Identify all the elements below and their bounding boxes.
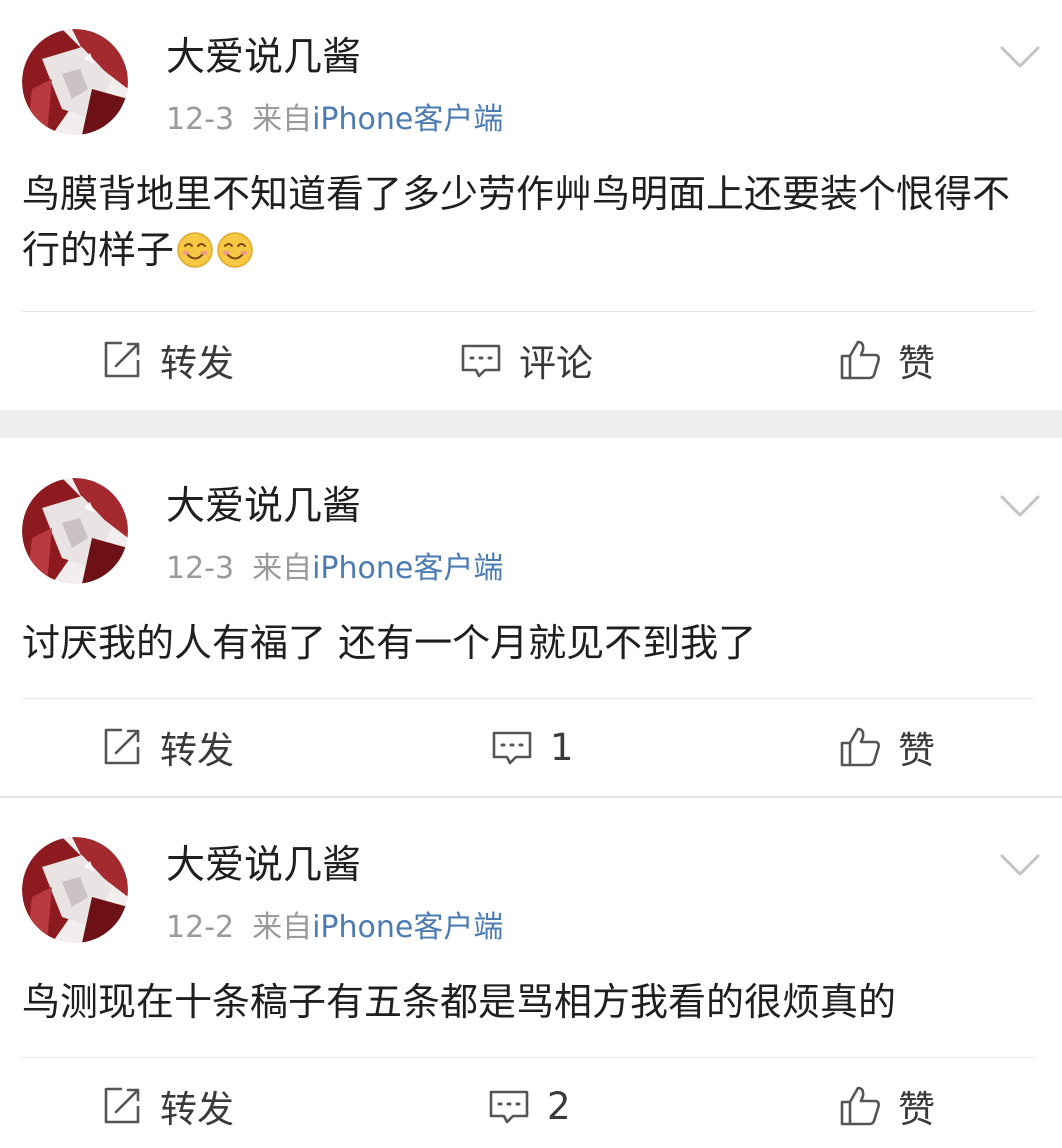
- author-name[interactable]: 大爱说几酱: [166, 483, 361, 531]
- repost-icon: [104, 341, 140, 378]
- avatar-image: [22, 29, 128, 135]
- post-meta: 12-3 来自iPhone客户端: [166, 101, 503, 139]
- avatar-image: [22, 837, 128, 943]
- repost-icon: [104, 728, 140, 765]
- thumbs-up-icon: [840, 1086, 880, 1126]
- post-text: 鸟测现在十条稿子有五条都是骂相方我看的很烦真的: [22, 974, 1022, 1030]
- post-text-body: 讨厌我的人有福了 还有一个月就见不到我了: [22, 621, 757, 665]
- post-date: 12-3: [166, 102, 235, 137]
- feed-separator: [0, 410, 1062, 438]
- repost-icon: [104, 1087, 140, 1124]
- avatar-image: [22, 478, 128, 584]
- like-label: 赞: [898, 342, 935, 385]
- post-meta: 12-3 来自iPhone客户端: [166, 550, 503, 588]
- comment-icon: [489, 1090, 529, 1124]
- repost-button[interactable]: 转发: [100, 335, 234, 385]
- comment-label: 评论: [519, 342, 593, 385]
- chevron-down-icon[interactable]: [998, 850, 1042, 880]
- post-card: 大爱说几酱 12-3 来自iPhone客户端 鸟膜背地里不知道看了多少劳作艸鸟明面…: [0, 0, 1062, 410]
- comment-button[interactable]: 评论: [459, 335, 593, 385]
- avatar[interactable]: [22, 478, 128, 584]
- post-card: 大爱说几酱 12-3 来自iPhone客户端 讨厌我的人有福了 还有一个月就见不到…: [0, 438, 1062, 796]
- repost-label: 转发: [160, 1088, 234, 1131]
- like-button[interactable]: 赞: [838, 722, 935, 772]
- avatar[interactable]: [22, 29, 128, 135]
- like-button[interactable]: 赞: [838, 1081, 935, 1131]
- chevron-down-icon[interactable]: [998, 491, 1042, 521]
- like-button[interactable]: 赞: [838, 335, 935, 385]
- comment-button[interactable]: 1: [490, 722, 574, 772]
- author-name[interactable]: 大爱说几酱: [166, 842, 361, 890]
- repost-button[interactable]: 转发: [100, 1081, 234, 1131]
- source-prefix: 来自: [252, 551, 313, 586]
- post-text: 鸟膜背地里不知道看了多少劳作艸鸟明面上还要装个恨得不行的样子: [22, 166, 1022, 278]
- divider: [22, 1057, 1034, 1058]
- comment-count: 1: [550, 725, 574, 769]
- like-label: 赞: [898, 1088, 935, 1131]
- source-client-link[interactable]: iPhone客户端: [312, 551, 503, 586]
- thumbs-up-icon: [840, 727, 880, 767]
- source-client-link[interactable]: iPhone客户端: [312, 910, 503, 945]
- author-name[interactable]: 大爱说几酱: [166, 34, 361, 82]
- thumbs-up-icon: [840, 340, 880, 380]
- post-text-body: 鸟膜背地里不知道看了多少劳作艸鸟明面上还要装个恨得不行的样子: [22, 172, 1011, 272]
- source-client-link[interactable]: iPhone客户端: [312, 102, 503, 137]
- post-card: 大爱说几酱 12-2 来自iPhone客户端 鸟测现在十条稿子有五条都是骂相方我看…: [0, 798, 1062, 1148]
- post-date: 12-2: [166, 910, 235, 945]
- source-prefix: 来自: [252, 910, 313, 945]
- chevron-down-icon[interactable]: [998, 42, 1042, 72]
- comment-icon: [461, 344, 501, 378]
- divider: [22, 698, 1034, 699]
- post-text-body: 鸟测现在十条稿子有五条都是骂相方我看的很烦真的: [22, 980, 897, 1024]
- comment-button[interactable]: 2: [487, 1081, 571, 1131]
- post-meta: 12-2 来自iPhone客户端: [166, 909, 503, 947]
- smile-emoji-icon: [217, 232, 253, 268]
- repost-label: 转发: [160, 342, 234, 385]
- post-date: 12-3: [166, 551, 235, 586]
- smile-emoji-icon: [177, 232, 213, 268]
- repost-label: 转发: [160, 729, 234, 772]
- repost-button[interactable]: 转发: [100, 722, 234, 772]
- comment-count: 2: [547, 1084, 571, 1128]
- source-prefix: 来自: [252, 102, 313, 137]
- comment-icon: [492, 731, 532, 765]
- like-label: 赞: [898, 729, 935, 772]
- post-text: 讨厌我的人有福了 还有一个月就见不到我了: [22, 615, 1022, 671]
- divider: [22, 311, 1034, 312]
- avatar[interactable]: [22, 837, 128, 943]
